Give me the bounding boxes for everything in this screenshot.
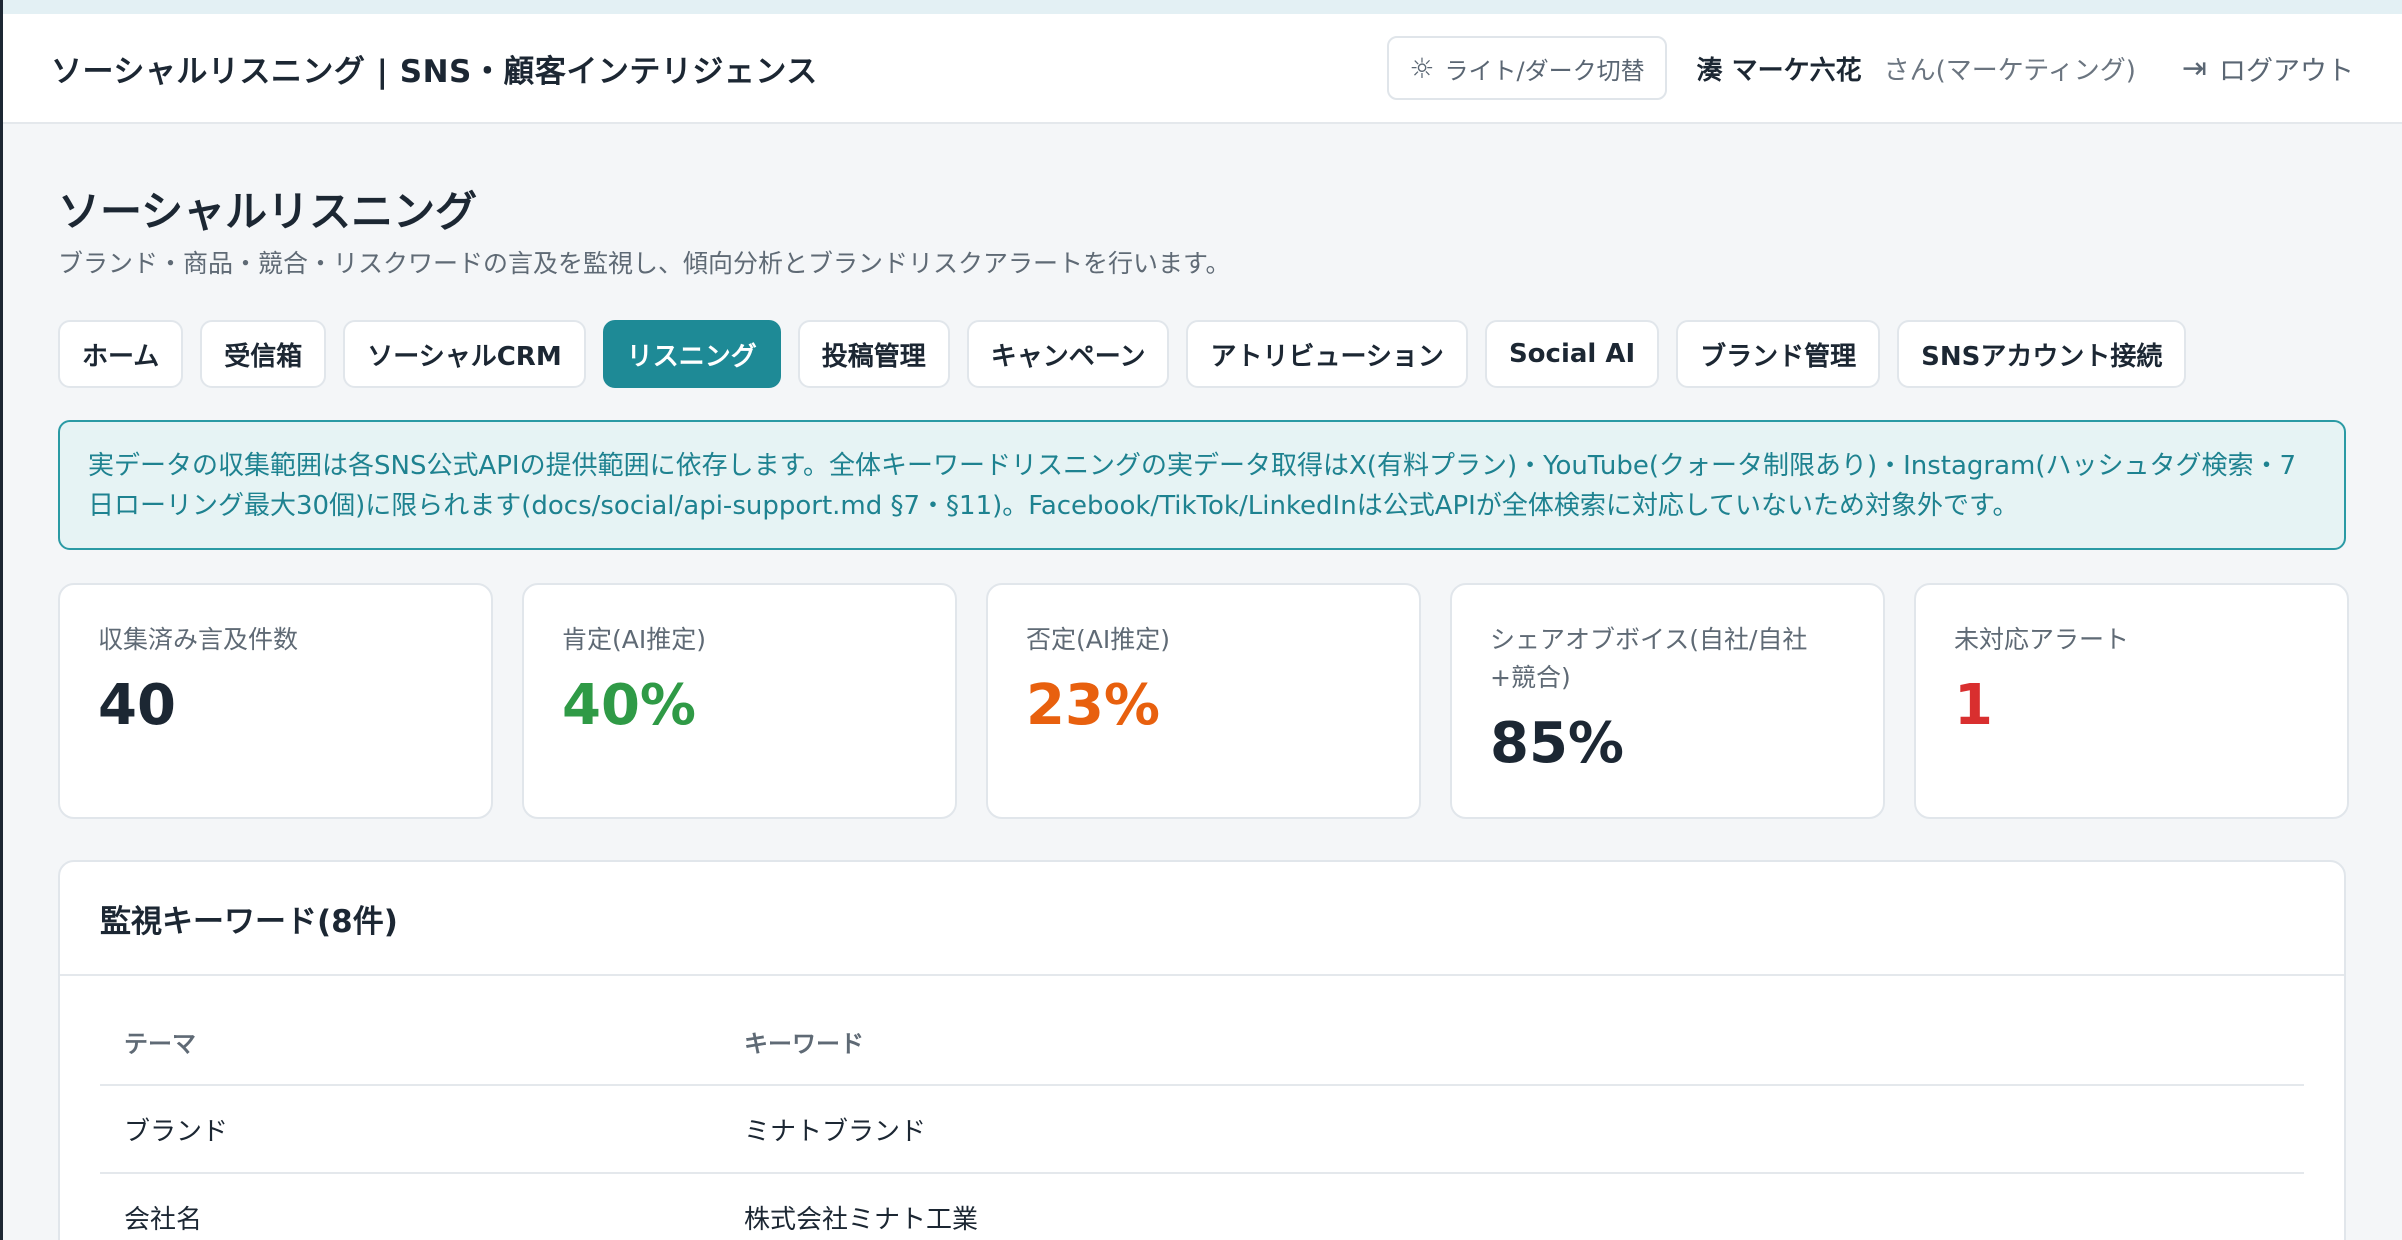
- keyword-panel: 監視キーワード(8件) テーマ キーワード ブランド ミナトブランド 会社名 株…: [58, 860, 2346, 1240]
- kpi-card-positive: 肯定(AI推定) 40%: [522, 583, 957, 819]
- tab-listening[interactable]: リスニング: [602, 320, 781, 388]
- tab-social-crm[interactable]: ソーシャルCRM: [343, 320, 586, 388]
- kpi-card-share-of-voice: シェアオブボイス(自社/自社+競合) 85%: [1450, 583, 1885, 819]
- column-header-theme: テーマ: [124, 1029, 196, 1058]
- table-row[interactable]: 会社名 株式会社ミナト工業: [100, 1174, 2304, 1240]
- tab-inbox[interactable]: 受信箱: [200, 320, 327, 388]
- kpi-value: 23%: [1026, 673, 1161, 738]
- sun-icon: ☼: [1409, 51, 1435, 85]
- table-row[interactable]: ブランド ミナトブランド: [100, 1086, 2304, 1174]
- tab-campaign[interactable]: キャンペーン: [966, 320, 1170, 388]
- tab-sns-account[interactable]: SNSアカウント接続: [1897, 320, 2187, 388]
- nav-tabs: ホーム 受信箱 ソーシャルCRM リスニング 投稿管理 キャンペーン アトリビュ…: [58, 320, 2203, 388]
- kpi-label: 肯定(AI推定): [562, 625, 706, 654]
- logout-icon: ⇥: [2181, 50, 2207, 86]
- kpi-card-negative: 否定(AI推定) 23%: [986, 583, 1421, 819]
- top-strip: [0, 0, 2402, 14]
- table-header-row: テーマ キーワード: [100, 976, 2304, 1086]
- kpi-cards: 収集済み言及件数 40 肯定(AI推定) 40% 否定(AI推定) 23% シェ…: [58, 583, 2349, 819]
- keyword-panel-header: 監視キーワード(8件): [60, 862, 2344, 976]
- kpi-value: 40%: [562, 673, 697, 738]
- user-name: 湊 マーケ六花: [1696, 55, 1862, 86]
- cell-keyword: 株式会社ミナト工業: [744, 1204, 979, 1235]
- kpi-value: 85%: [1490, 711, 1625, 776]
- app-header: ソーシャルリスニング | SNS・顧客インテリジェンス ☼ ライト/ダーク切替 …: [3, 14, 2402, 124]
- kpi-card-mentions: 収集済み言及件数 40: [58, 583, 493, 819]
- header-actions: ☼ ライト/ダーク切替 湊 マーケ六花 さん(マーケティング) ⇥ ログアウト: [1387, 36, 2354, 100]
- tab-post-management[interactable]: 投稿管理: [797, 320, 950, 388]
- tab-attribution[interactable]: アトリビューション: [1186, 320, 1468, 388]
- tab-home[interactable]: ホーム: [58, 320, 184, 388]
- window-edge: [0, 0, 3, 1240]
- kpi-label: シェアオブボイス(自社/自社+競合): [1490, 625, 1808, 692]
- cell-theme: 会社名: [124, 1204, 203, 1235]
- theme-toggle-label: ライト/ダーク切替: [1444, 56, 1645, 85]
- column-header-keyword: キーワード: [744, 1029, 864, 1058]
- kpi-value: 40: [98, 673, 176, 738]
- kpi-label: 収集済み言及件数: [98, 625, 299, 654]
- tab-social-ai[interactable]: Social AI: [1484, 320, 1660, 388]
- logout-button[interactable]: ⇥ ログアウト: [2182, 49, 2354, 88]
- app-title: ソーシャルリスニング | SNS・顧客インテリジェンス: [51, 53, 818, 90]
- logout-label: ログアウト: [2219, 55, 2354, 87]
- theme-toggle-button[interactable]: ☼ ライト/ダーク切替: [1387, 36, 1667, 100]
- api-notice: 実データの収集範囲は各SNS公式APIの提供範囲に依存します。全体キーワードリス…: [58, 420, 2346, 550]
- kpi-label: 未対応アラート: [1954, 625, 2130, 654]
- kpi-card-open-alerts: 未対応アラート 1: [1914, 583, 2349, 819]
- cell-keyword: ミナトブランド: [744, 1116, 927, 1147]
- kpi-label: 否定(AI推定): [1026, 625, 1170, 654]
- kpi-value: 1: [1954, 673, 1993, 738]
- page-subtitle: ブランド・商品・競合・リスクワードの言及を監視し、傾向分析とブランドリスクアラー…: [58, 249, 1231, 278]
- keyword-panel-title: 監視キーワード(8件): [100, 903, 398, 940]
- user-role: さん(マーケティング): [1883, 55, 2136, 86]
- tab-brand-management[interactable]: ブランド管理: [1676, 320, 1881, 388]
- keyword-table: テーマ キーワード ブランド ミナトブランド 会社名 株式会社ミナト工業: [100, 976, 2304, 1240]
- page-title: ソーシャルリスニング: [58, 187, 478, 236]
- cell-theme: ブランド: [124, 1116, 229, 1147]
